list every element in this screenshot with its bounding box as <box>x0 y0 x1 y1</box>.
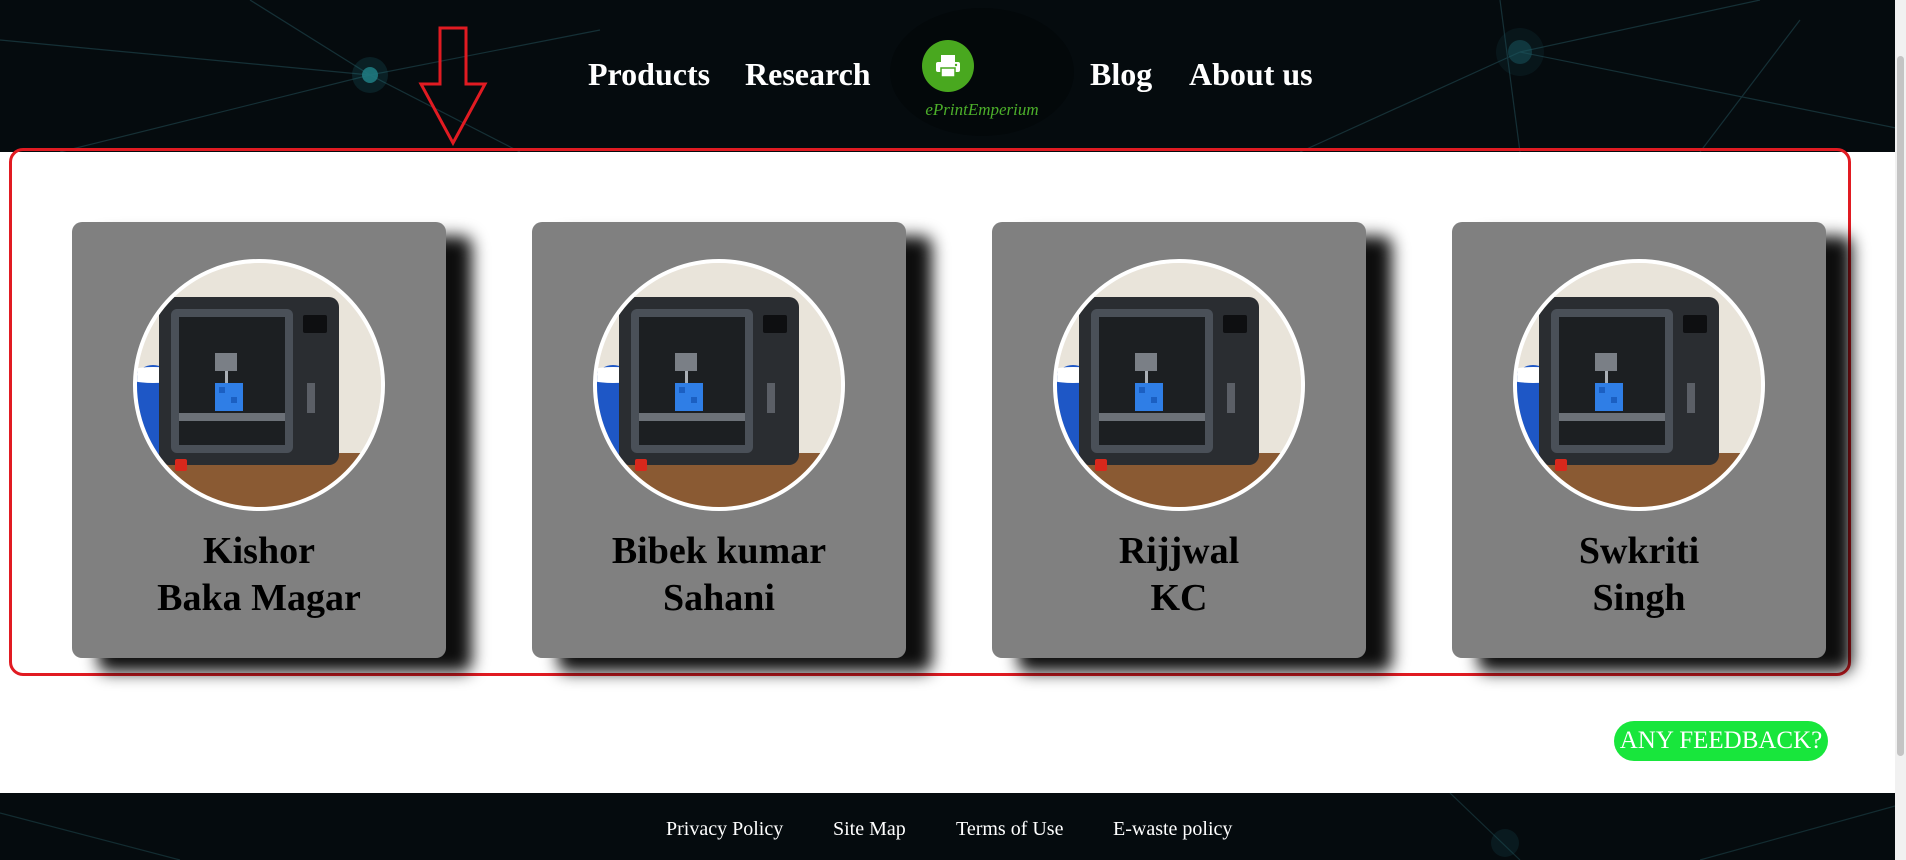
nav-blog[interactable]: Blog <box>1090 54 1152 94</box>
logo-link[interactable] <box>922 40 974 92</box>
scrollbar-thumb[interactable] <box>1897 56 1904 756</box>
avatar <box>1513 259 1765 511</box>
footer-sitemap-link[interactable]: Site Map <box>833 817 906 841</box>
printer-photo <box>597 263 841 507</box>
down-arrow-annotation <box>418 26 488 146</box>
footer-terms-link[interactable]: Terms of Use <box>956 817 1063 841</box>
printer-photo <box>1057 263 1301 507</box>
feedback-button[interactable]: ANY FEEDBACK? <box>1614 721 1828 761</box>
member-name: Swkriti Singh <box>1578 530 1700 619</box>
team-card: Kishor Baka Magar <box>72 222 446 658</box>
nav-products[interactable]: Products <box>588 54 710 94</box>
team-card: Bibek kumar Sahani <box>532 222 906 658</box>
site-footer: Privacy Policy Site Map Terms of Use E-w… <box>0 793 1906 860</box>
member-name: Rijjwal KC <box>1118 530 1240 619</box>
network-background <box>0 793 1906 860</box>
footer-privacy-link[interactable]: Privacy Policy <box>666 817 783 841</box>
avatar <box>1053 259 1305 511</box>
footer-ewaste-link[interactable]: E-waste policy <box>1113 817 1232 841</box>
member-name: Kishor Baka Magar <box>157 530 361 619</box>
member-name: Bibek kumar Sahani <box>611 530 827 619</box>
avatar <box>133 259 385 511</box>
site-header: Products Research ePrintEmperium Blog Ab… <box>0 0 1906 152</box>
printer-photo <box>137 263 381 507</box>
printer-icon <box>936 55 960 78</box>
avatar <box>593 259 845 511</box>
team-card: Swkriti Singh <box>1452 222 1826 658</box>
nav-research[interactable]: Research <box>745 54 871 94</box>
printer-photo <box>1517 263 1761 507</box>
team-card: Rijjwal KC <box>992 222 1366 658</box>
page: Products Research ePrintEmperium Blog Ab… <box>0 0 1906 860</box>
nav-about[interactable]: About us <box>1189 54 1313 94</box>
logo-text: ePrintEmperium <box>925 100 1039 119</box>
page-scrollbar[interactable] <box>1895 0 1906 860</box>
